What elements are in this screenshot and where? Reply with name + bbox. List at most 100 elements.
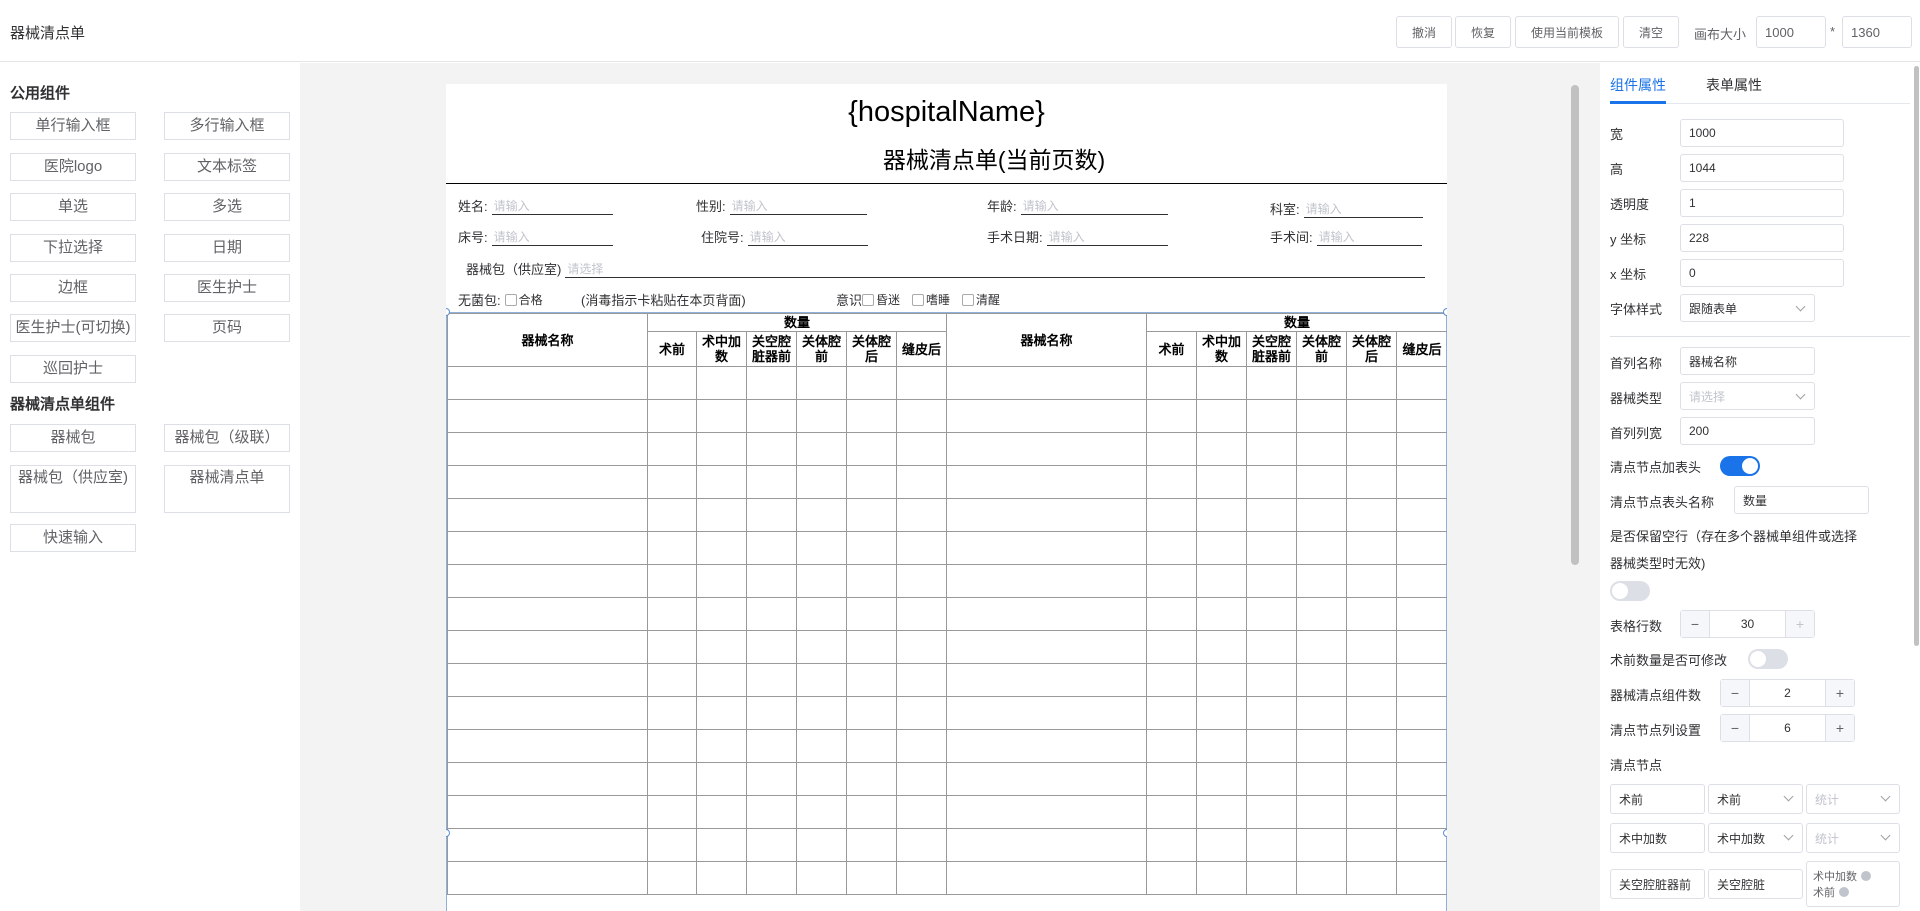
redo-button[interactable]: 恢复 [1455,16,1511,48]
table-cell[interactable] [1296,498,1348,532]
table-cell[interactable] [696,729,747,763]
table-cell[interactable] [796,795,847,829]
field-dept[interactable]: 科室: 请输入 [1270,199,1423,218]
node-cols-value[interactable]: 6 [1749,715,1826,741]
table-cell[interactable] [746,828,797,862]
first-col-name-input[interactable]: 器械名称 [1680,347,1815,375]
table-cell[interactable] [647,663,697,697]
component-quick-input[interactable]: 快速输入 [10,524,136,552]
instrument-table-component[interactable]: 器械名称 数量 器械名称 数量 术前 术中加数 关空腔脏器前 关体腔前 关体腔后… [446,312,1447,911]
table-cell[interactable] [1346,432,1398,466]
table-cell[interactable] [796,663,847,697]
table-cell[interactable] [946,861,1148,895]
properties-scrollbar[interactable] [1914,66,1919,646]
canvas-width-input[interactable]: 1000 [1756,16,1826,48]
table-cell[interactable] [1246,795,1298,829]
table-cell[interactable] [796,861,847,895]
table-cell[interactable] [846,432,897,466]
table-cell[interactable] [895,696,948,730]
table-cell[interactable] [1246,597,1298,631]
component-border[interactable]: 边框 [10,274,136,302]
table-cell[interactable] [447,498,648,532]
font-style-select[interactable]: 跟随表单 [1680,294,1815,322]
table-cell[interactable] [1346,696,1398,730]
table-cell[interactable] [796,399,847,433]
table-cell[interactable] [796,432,847,466]
table-cell[interactable] [946,432,1148,466]
plus-icon[interactable]: + [1786,611,1814,637]
table-cell[interactable] [746,597,797,631]
component-multi-line-input[interactable]: 多行输入框 [164,112,290,140]
field-dept-input[interactable]: 请输入 [1303,202,1423,218]
field-age[interactable]: 年龄: 请输入 [987,196,1168,215]
pre-op-editable-switch[interactable] [1748,649,1788,669]
table-cell[interactable] [746,564,797,598]
table-cell[interactable] [1246,630,1298,664]
table-cell[interactable] [946,630,1148,664]
table-cell[interactable] [946,729,1148,763]
table-cell[interactable] [796,366,847,400]
node-name-input[interactable]: 术前 [1610,784,1705,814]
table-cell[interactable] [1296,861,1348,895]
table-cell[interactable] [1246,861,1298,895]
table-cell[interactable] [1196,795,1248,829]
table-cell[interactable] [1146,597,1198,631]
table-cell[interactable] [746,498,797,532]
field-or-room[interactable]: 手术间: 请输入 [1270,227,1422,246]
table-cell[interactable] [746,696,797,730]
field-name-input[interactable]: 请输入 [491,199,613,215]
table-cell[interactable] [846,366,897,400]
table-cell[interactable] [1146,795,1198,829]
table-cell[interactable] [647,729,697,763]
table-cell[interactable] [1146,465,1198,499]
table-cell[interactable] [647,861,697,895]
table-cell[interactable] [1396,630,1447,664]
table-cell[interactable] [1296,630,1348,664]
hospital-name[interactable]: {hospitalName} [446,96,1447,129]
table-cell[interactable] [1196,696,1248,730]
component-page-number[interactable]: 页码 [164,314,290,342]
table-cell[interactable] [1196,399,1248,433]
table-cell[interactable] [447,762,648,796]
table-cell[interactable] [647,597,697,631]
canvas-scrollbar[interactable] [1571,85,1579,565]
tag-close-icon[interactable] [1839,887,1849,897]
table-cell[interactable] [1396,399,1447,433]
table-cell[interactable] [696,597,747,631]
plus-icon[interactable]: + [1826,715,1854,741]
field-bed-input[interactable]: 请输入 [491,230,613,246]
table-cell[interactable] [796,597,847,631]
table-cell[interactable] [1246,564,1298,598]
table-cell[interactable] [696,861,747,895]
table-cell[interactable] [946,597,1148,631]
component-hospital-logo[interactable]: 医院logo [10,153,136,181]
component-date[interactable]: 日期 [164,234,290,262]
table-cell[interactable] [1146,564,1198,598]
table-cell[interactable] [1396,597,1447,631]
table-cell[interactable] [647,399,697,433]
table-cell[interactable] [846,762,897,796]
table-cell[interactable] [1346,861,1398,895]
table-cell[interactable] [1246,762,1298,796]
component-dropdown[interactable]: 下拉选择 [10,234,136,262]
table-cell[interactable] [746,366,797,400]
table-cell[interactable] [796,564,847,598]
table-cell[interactable] [846,597,897,631]
table-cell[interactable] [1296,828,1348,862]
table-cell[interactable] [1196,465,1248,499]
table-cell[interactable] [946,531,1148,565]
table-cell[interactable] [1346,498,1398,532]
table-cell[interactable] [846,663,897,697]
node-stat-select[interactable]: 统计 [1806,823,1900,853]
table-cell[interactable] [846,630,897,664]
table-cell[interactable] [946,564,1148,598]
table-cell[interactable] [1296,366,1348,400]
table-cell[interactable] [796,696,847,730]
node-type-select[interactable]: 关空腔脏 [1708,869,1803,899]
drowsy-checkbox[interactable] [912,293,925,306]
table-cell[interactable] [946,795,1148,829]
x-coord-input[interactable]: 0 [1680,259,1844,287]
table-cell[interactable] [647,366,697,400]
component-count-value[interactable]: 2 [1749,680,1826,706]
coma-checkbox[interactable] [862,293,875,306]
